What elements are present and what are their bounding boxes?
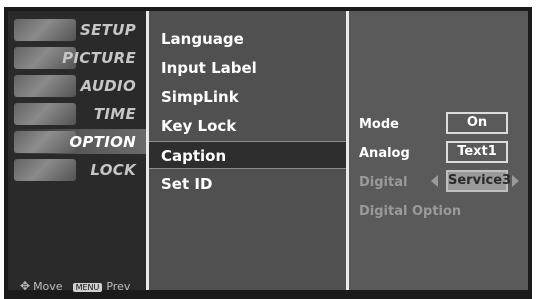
category-label: AUDIO [80, 77, 136, 95]
menu-item-input-label[interactable]: Input Label [149, 54, 346, 82]
digital-value[interactable]: Service3 [446, 170, 511, 192]
category-label: OPTION [69, 133, 136, 151]
menu-item-caption[interactable]: Caption [149, 141, 346, 169]
menu-item-language[interactable]: Language [149, 25, 346, 53]
left-arrow-icon[interactable] [431, 175, 438, 187]
help-bar: ✥ Move MENU Prev [20, 279, 130, 293]
help-move-label: Move [33, 280, 63, 293]
digital-option-label[interactable]: Digital Option [359, 204, 461, 219]
dpad-icon: ✥ [20, 279, 31, 293]
menu-item-simplink[interactable]: SimpLink [149, 83, 346, 111]
option-menu-list: Language Input Label SimpLink Key Lock C… [149, 11, 349, 290]
right-arrow-icon[interactable] [512, 175, 519, 187]
category-setup[interactable]: SETUP [8, 17, 146, 42]
menu-item-set-id[interactable]: Set ID [149, 170, 346, 198]
analog-label: Analog [359, 146, 410, 161]
menu-item-key-lock[interactable]: Key Lock [149, 112, 346, 140]
clock-icon [14, 103, 76, 125]
mode-label: Mode [359, 117, 399, 132]
satellite-dish-icon [14, 19, 76, 41]
category-label: PICTURE [62, 49, 136, 67]
category-label: LOCK [90, 161, 136, 179]
category-picture[interactable]: PICTURE [8, 45, 146, 70]
option-tag-icon [14, 131, 76, 153]
tv-osd-menu: SETUP PICTURE AUDIO TIME OPTION LOCK ✥ Mo… [0, 0, 536, 299]
analog-value[interactable]: Text1 [446, 141, 508, 163]
mode-value[interactable]: On [446, 112, 508, 134]
category-label: SETUP [80, 21, 136, 39]
category-lock[interactable]: LOCK [8, 157, 146, 182]
category-time[interactable]: TIME [8, 101, 146, 126]
speaker-icon [14, 75, 76, 97]
caption-settings-panel: Mode On Analog Text1 Digital Service3 Di… [349, 11, 528, 290]
category-option[interactable]: OPTION [8, 129, 146, 154]
lock-icon [14, 159, 76, 181]
help-prev-label: Prev [106, 280, 131, 293]
category-label: TIME [93, 105, 136, 123]
digital-label: Digital [359, 175, 408, 190]
menu-key-icon: MENU [72, 283, 103, 292]
category-audio[interactable]: AUDIO [8, 73, 146, 98]
category-panel: SETUP PICTURE AUDIO TIME OPTION LOCK ✥ Mo… [8, 11, 149, 293]
